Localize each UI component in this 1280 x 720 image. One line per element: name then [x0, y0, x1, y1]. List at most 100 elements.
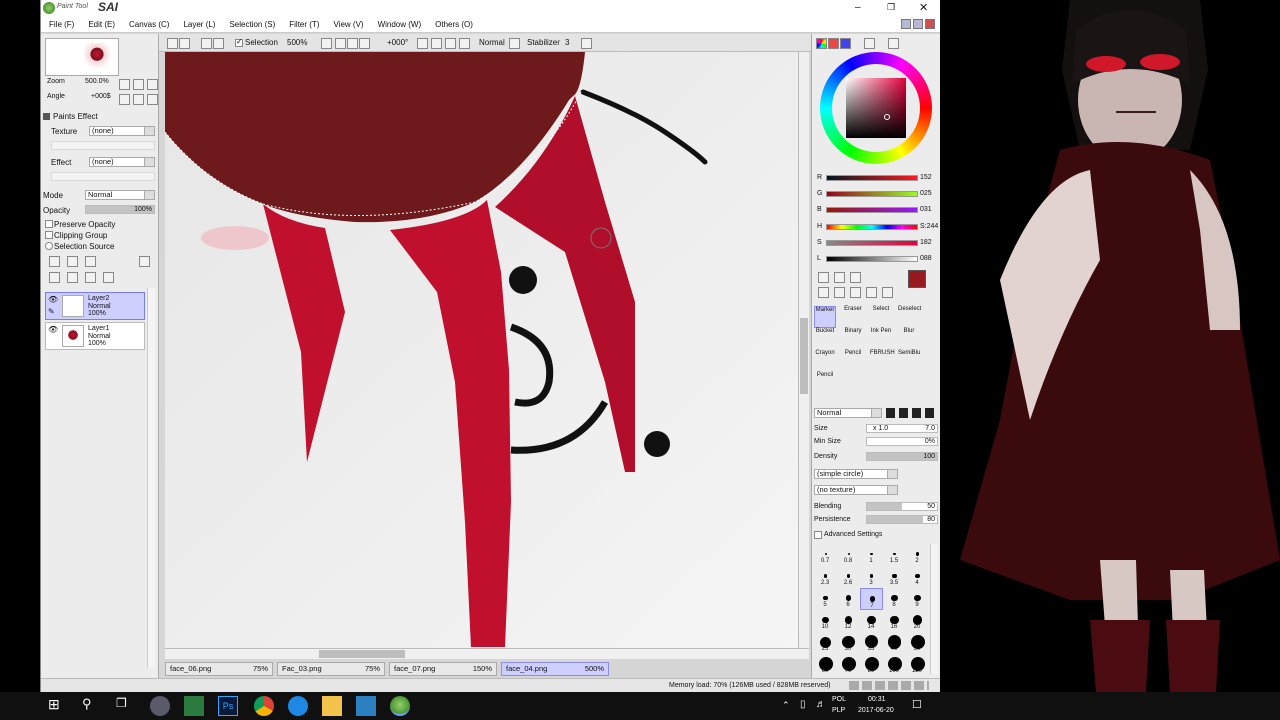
brush-size-preset[interactable]: 35	[860, 632, 883, 654]
rgb-slider-icon[interactable]	[828, 38, 839, 49]
v-slider[interactable]	[826, 256, 918, 262]
lang-bottom[interactable]: PLP	[832, 707, 845, 714]
rotate-reset-icon[interactable]	[445, 38, 456, 49]
lang-top[interactable]: POL	[832, 696, 846, 703]
tool-eraser[interactable]: Eraser	[842, 306, 864, 328]
tab-face-07[interactable]: face_07.png 150%	[389, 662, 497, 676]
nav-rotate-right-icon[interactable]	[133, 94, 144, 105]
tool-binary[interactable]: Binary	[842, 328, 864, 350]
effect-select[interactable]: (none)	[89, 157, 155, 167]
navigator-thumbnail[interactable]	[45, 38, 119, 76]
canvas-horizontal-scrollbar[interactable]	[165, 648, 809, 659]
preserve-opacity-checkbox[interactable]	[45, 220, 53, 228]
brush-size-preset[interactable]: 20	[906, 610, 929, 632]
brush-size-preset[interactable]: 0.8	[837, 544, 860, 566]
size-slider[interactable]: x 1.0 7.0	[866, 424, 938, 433]
mdi-minimize-icon[interactable]	[901, 19, 911, 29]
effect-width-slider[interactable]	[51, 172, 155, 181]
texture-scale-slider[interactable]	[51, 141, 155, 150]
menu-layer[interactable]: Layer (L)	[183, 20, 215, 29]
nav-zoom-value[interactable]: 500.0%	[85, 78, 109, 85]
tool-bucket[interactable]: Bucket	[814, 328, 836, 350]
brush-size-preset[interactable]: 30	[837, 632, 860, 654]
brush-size-preset[interactable]: 16	[883, 610, 906, 632]
app-icon-2[interactable]	[184, 696, 204, 716]
mode-select[interactable]: Normal	[85, 190, 155, 200]
blending-slider[interactable]: 50	[866, 502, 938, 511]
angle-value[interactable]: +000°	[387, 38, 408, 49]
brush-size-preset[interactable]: 5	[814, 588, 837, 610]
new-layer-icon[interactable]	[49, 256, 60, 267]
brush-size-preset[interactable]: 10	[814, 610, 837, 632]
selection-source-checkbox[interactable]	[45, 242, 53, 250]
layer-row-layer2[interactable]: 👁 ✎ Layer2 Normal 100%	[45, 292, 145, 320]
zoom-reset-icon[interactable]	[347, 38, 358, 49]
eyedropper-icon[interactable]	[882, 287, 893, 298]
brush-size-preset[interactable]: 80	[860, 654, 883, 676]
notifications-icon[interactable]: ☐	[912, 698, 922, 711]
menu-canvas[interactable]: Canvas (C)	[129, 20, 169, 29]
flip-icon[interactable]	[459, 38, 470, 49]
brush-size-scrollbar[interactable]	[930, 544, 938, 674]
nav-rotate-left-icon[interactable]	[119, 94, 130, 105]
brush-size-preset[interactable]: 40	[883, 632, 906, 654]
eye-icon[interactable]: 👁	[48, 295, 58, 305]
paint-tool-sai-icon[interactable]	[390, 696, 410, 716]
clock-date[interactable]: 2017-06-20	[858, 707, 894, 714]
min-size-slider[interactable]: 0%	[866, 437, 938, 446]
new-folder-icon[interactable]	[85, 256, 96, 267]
menu-window[interactable]: Window (W)	[378, 20, 422, 29]
brush-size-preset[interactable]: 1	[860, 544, 883, 566]
menu-file[interactable]: File (F)	[49, 20, 74, 29]
clipping-group-checkbox[interactable]	[45, 231, 53, 239]
brush-shape-select[interactable]: (simple circle)	[814, 469, 898, 479]
layer-row-layer1[interactable]: 👁 Layer1 Normal 100%	[45, 322, 145, 350]
texture-select[interactable]: (none)	[89, 126, 155, 136]
tool-blur[interactable]: Blur	[898, 328, 920, 350]
brush-size-preset[interactable]: 120	[906, 654, 929, 676]
drawing-canvas[interactable]	[165, 52, 809, 648]
tool-crayon[interactable]: Crayon	[814, 350, 836, 372]
brush-size-preset[interactable]: 3.5	[883, 566, 906, 588]
menu-edit[interactable]: Edit (E)	[88, 20, 115, 29]
brush-size-preset[interactable]: 3	[860, 566, 883, 588]
b-slider[interactable]	[826, 207, 918, 213]
new-linework-layer-icon[interactable]	[67, 256, 78, 267]
canvas-vertical-scrollbar[interactable]	[798, 52, 809, 648]
menu-others[interactable]: Others (O)	[435, 20, 473, 29]
chrome-icon[interactable]	[254, 696, 274, 716]
zoom-tool-icon[interactable]	[834, 287, 845, 298]
saturation-value-square[interactable]	[846, 78, 906, 138]
clock-time[interactable]: 00:31	[868, 696, 886, 703]
brush-blend-select[interactable]: Normal	[814, 408, 882, 418]
brush-size-preset[interactable]: 2.6	[837, 566, 860, 588]
density-slider[interactable]: 100	[866, 452, 938, 461]
menu-selection[interactable]: Selection (S)	[229, 20, 275, 29]
brush-size-preset[interactable]: 70	[837, 654, 860, 676]
scratchpad-icon[interactable]	[888, 38, 899, 49]
zoom-value[interactable]: 500%	[287, 38, 307, 49]
zoom-out-icon[interactable]	[321, 38, 332, 49]
g-slider[interactable]	[826, 191, 918, 197]
h-slider[interactable]	[826, 224, 918, 230]
tool-pencil-2[interactable]: Pencil	[814, 372, 836, 394]
left-panel-scrollbar[interactable]	[147, 288, 155, 668]
deselect-icon[interactable]	[201, 38, 212, 49]
brush-size-preset[interactable]: 14	[860, 610, 883, 632]
brush-size-preset[interactable]: 6	[837, 588, 860, 610]
network-icon[interactable]: ▯	[800, 699, 806, 710]
file-explorer-icon[interactable]	[322, 696, 342, 716]
rotate-tool-icon[interactable]	[850, 287, 861, 298]
tool-ink-pen[interactable]: Ink Pen	[870, 328, 892, 350]
merge-down-icon[interactable]	[67, 272, 78, 283]
close-icon[interactable]: ✕	[919, 1, 928, 14]
rotate-left-icon[interactable]	[417, 38, 428, 49]
r-slider[interactable]	[826, 175, 918, 181]
minimize-icon[interactable]: –	[855, 2, 861, 13]
tool-semiblur[interactable]: SemiBlu	[898, 350, 920, 372]
nav-zoom-out-icon[interactable]	[119, 79, 130, 90]
persistence-slider[interactable]: 80	[866, 515, 938, 524]
volume-icon[interactable]: ♬	[816, 699, 826, 710]
menu-filter[interactable]: Filter (T)	[289, 20, 319, 29]
transfer-down-icon[interactable]	[49, 272, 60, 283]
